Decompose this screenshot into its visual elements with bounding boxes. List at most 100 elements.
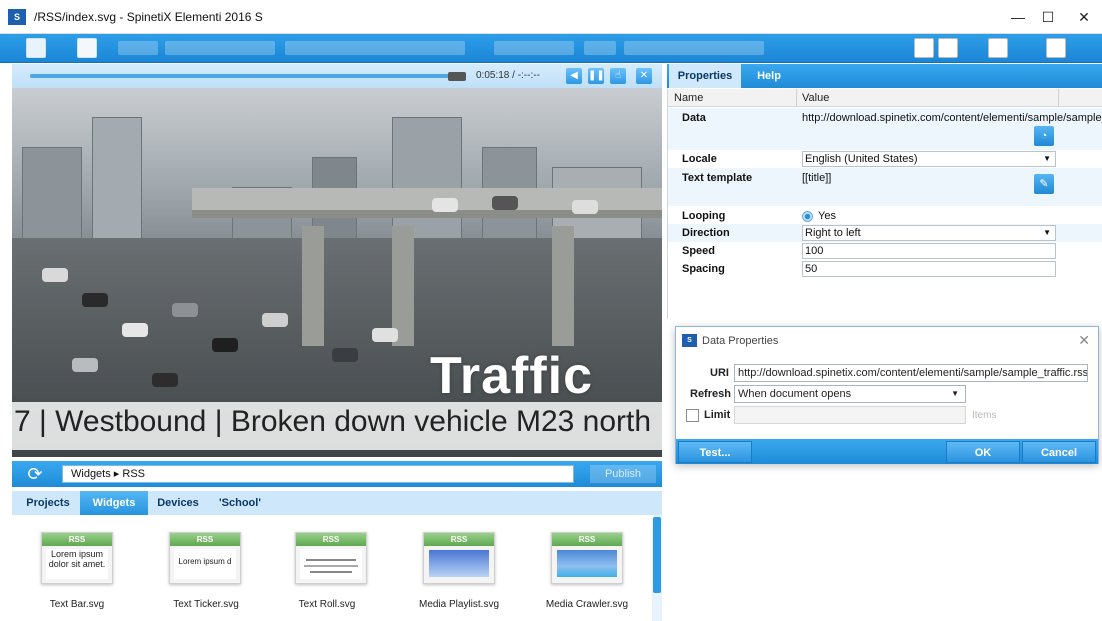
close-icon[interactable]: ✕ — [1078, 332, 1090, 349]
scrollbar-thumb[interactable] — [653, 517, 661, 593]
widget-label[interactable]: Text Roll.svg — [272, 599, 382, 610]
menu-icon[interactable] — [26, 38, 46, 58]
looping-radio[interactable] — [802, 211, 813, 222]
widget-thumbnail[interactable]: RSS Lorem ipsum dolor sit amet. — [41, 532, 113, 584]
speed-input[interactable]: 100 — [802, 243, 1056, 259]
refresh-select[interactable]: When document opens ▼ — [734, 385, 966, 403]
tab-devices[interactable]: Devices — [152, 491, 204, 515]
chevron-down-icon: ▼ — [1043, 228, 1051, 237]
widget-thumbnail[interactable]: RSS — [423, 532, 495, 584]
widget-label[interactable]: Media Playlist.svg — [404, 599, 514, 610]
align-tools-group[interactable] — [624, 41, 764, 55]
add-text-icon[interactable] — [914, 38, 934, 58]
volume-button[interactable]: ◀ — [566, 68, 582, 84]
column-divider — [1058, 89, 1059, 107]
limit-checkbox[interactable] — [686, 409, 699, 422]
ok-button[interactable]: OK — [946, 441, 1020, 463]
car — [332, 348, 358, 362]
font-select[interactable] — [494, 41, 574, 55]
cancel-button[interactable]: Cancel — [1022, 441, 1096, 463]
limit-input[interactable] — [734, 406, 966, 424]
spacing-input[interactable]: 50 — [802, 261, 1056, 277]
grid-header: Name Value — [668, 89, 1102, 107]
rss-ticker: 7 | Westbound | Broken down vehicle M23 … — [12, 402, 662, 450]
edit-tools-group[interactable] — [165, 41, 275, 55]
car — [212, 338, 238, 352]
dialog-footer: Test... OK Cancel — [676, 439, 1098, 464]
playback-time: 0:05:18 / -:--:-- — [476, 70, 540, 81]
car — [82, 293, 108, 307]
title-bar: S /RSS/index.svg - SpinetiX Elementi 201… — [0, 0, 1102, 34]
player-controls: 0:05:18 / -:--:-- ◀ ❚❚ ☝ ✕ — [12, 64, 662, 88]
car — [262, 313, 288, 327]
widget-thumbnail[interactable]: RSS — [295, 532, 367, 584]
dialog-title: Data Properties — [702, 335, 779, 347]
widget-header: RSS — [296, 533, 366, 546]
close-button[interactable]: ✕ — [1066, 6, 1102, 28]
properties-grid: Name Value Data http://download.spinetix… — [667, 89, 1102, 319]
property-row-text-template: Text template [[title]] ✎ — [668, 168, 1102, 206]
widget-thumbnail[interactable]: RSS — [551, 532, 623, 584]
test-button[interactable]: Test... — [678, 441, 752, 463]
tab-help[interactable]: Help — [743, 64, 795, 88]
widget-header: RSS — [424, 533, 494, 546]
widget-scrollbar[interactable] — [652, 515, 662, 621]
add-image-icon[interactable] — [988, 38, 1008, 58]
chevron-down-icon: ▼ — [951, 389, 959, 398]
direction-select[interactable]: Right to left ▼ — [802, 225, 1056, 241]
property-value[interactable]: http://download.spinetix.com/content/ele… — [802, 112, 1102, 125]
refresh-icon[interactable]: ⟳ — [24, 464, 46, 484]
app-icon: S — [8, 9, 26, 25]
widget-header: RSS — [552, 533, 622, 546]
uri-input[interactable]: http://download.spinetix.com/content/ele… — [734, 364, 1088, 382]
maximize-button[interactable]: ☐ — [1030, 6, 1066, 28]
preview-canvas: Traffic 7 | Westbound | Broken down vehi… — [12, 88, 662, 457]
property-row-spacing: Spacing 50 — [668, 260, 1102, 278]
save-icon[interactable] — [118, 41, 158, 55]
rss-feed-icon[interactable]: ◔ — [1034, 126, 1054, 146]
size-select[interactable] — [584, 41, 616, 55]
widget-thumbnail[interactable]: RSS Lorem ipsum d — [169, 532, 241, 584]
widget-preview: Lorem ipsum d — [174, 549, 236, 579]
main-toolbar — [0, 34, 1102, 63]
widget-label[interactable]: Media Crawler.svg — [532, 599, 642, 610]
car — [122, 323, 148, 337]
property-row-looping: Looping Yes — [668, 206, 1102, 224]
playback-progress[interactable] — [30, 74, 450, 78]
path-field[interactable]: Widgets ▸ RSS — [62, 465, 574, 483]
properties-tabs: Properties Help — [667, 64, 1102, 88]
property-name: Locale — [682, 153, 717, 165]
publish-button[interactable]: Publish — [590, 465, 656, 483]
tab-projects[interactable]: Projects — [22, 491, 74, 515]
car — [172, 303, 198, 317]
locale-select[interactable]: English (United States) ▼ — [802, 151, 1056, 167]
tab-properties[interactable]: Properties — [669, 64, 741, 88]
format-tools-group[interactable] — [285, 41, 465, 55]
direction-value: Right to left — [805, 227, 861, 239]
items-label: Items — [972, 410, 997, 421]
pause-button[interactable]: ❚❚ — [588, 68, 605, 84]
property-name: Direction — [682, 227, 730, 239]
widget-list: RSS Lorem ipsum dolor sit amet. Text Bar… — [12, 515, 652, 621]
add-document-icon[interactable] — [1046, 38, 1066, 58]
widget-label[interactable]: Text Ticker.svg — [151, 599, 261, 610]
stop-button[interactable]: ✕ — [636, 68, 652, 84]
browser-bar: ⟳ Widgets ▸ RSS Publish — [12, 461, 662, 487]
column-divider — [796, 89, 797, 107]
car — [492, 196, 518, 210]
property-value[interactable]: [[title]] — [802, 172, 831, 184]
pillar — [302, 226, 324, 346]
pointer-button[interactable]: ☝ — [610, 68, 626, 84]
refresh-value: When document opens — [738, 388, 852, 400]
add-layer-icon[interactable] — [938, 38, 958, 58]
uri-label: URI — [710, 367, 729, 379]
new-file-icon[interactable] — [77, 38, 97, 58]
column-value: Value — [802, 92, 830, 104]
tab-widgets[interactable]: Widgets — [80, 491, 148, 515]
widget-label[interactable]: Text Bar.svg — [22, 599, 132, 610]
edit-pencil-icon[interactable]: ✎ — [1034, 174, 1054, 194]
refresh-label: Refresh — [690, 388, 731, 400]
property-row-data: Data http://download.spinetix.com/conten… — [668, 108, 1102, 150]
car — [432, 198, 458, 212]
tab-school[interactable]: 'School' — [212, 491, 268, 515]
